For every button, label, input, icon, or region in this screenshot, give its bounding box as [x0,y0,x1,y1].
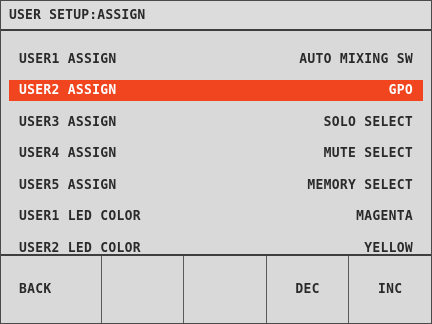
row-value: AUTO MIXING SW [299,52,413,67]
row-user5-assign[interactable]: USER5 ASSIGN MEMORY SELECT [9,175,423,196]
row-user1-assign[interactable]: USER1 ASSIGN AUTO MIXING SW [9,49,423,70]
row-user3-assign[interactable]: USER3 ASSIGN SOLO SELECT [9,112,423,133]
softkey-bar: BACK DEC INC [1,254,431,323]
row-label: USER1 ASSIGN [19,52,117,67]
row-value: MEMORY SELECT [307,178,413,193]
row-label: USER2 ASSIGN [19,83,117,98]
inc-button[interactable]: INC [349,256,431,323]
device-screen: USER SETUP:ASSIGN USER1 ASSIGN AUTO MIXI… [0,0,432,324]
row-value: MUTE SELECT [323,146,413,161]
row-label: USER4 ASSIGN [19,146,117,161]
row-label: USER3 ASSIGN [19,115,117,130]
row-user1-led-color[interactable]: USER1 LED COLOR MAGENTA [9,206,423,227]
row-label: USER5 ASSIGN [19,178,117,193]
row-user2-assign[interactable]: USER2 ASSIGN GPO [9,80,423,101]
row-user4-assign[interactable]: USER4 ASSIGN MUTE SELECT [9,143,423,164]
softkey-2-button[interactable] [102,256,185,323]
softkey-3-button[interactable] [184,256,267,323]
screen-title: USER SETUP:ASSIGN [1,1,431,31]
back-button[interactable]: BACK [1,256,102,323]
row-value: MAGENTA [356,209,413,224]
row-label: USER1 LED COLOR [19,209,141,224]
row-value: GPO [388,83,413,98]
dec-button[interactable]: DEC [267,256,350,323]
row-value: SOLO SELECT [323,115,413,130]
